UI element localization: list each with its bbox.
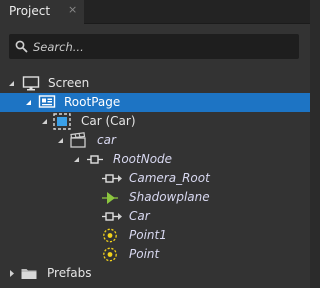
tree-item-rootpage[interactable]: RootPage: [0, 93, 310, 112]
expand-arrow-icon[interactable]: [40, 112, 50, 131]
tree-item-car-node[interactable]: Car: [0, 207, 310, 226]
expand-arrow-icon[interactable]: [24, 93, 34, 112]
tree-item-car-instance[interactable]: Car (Car): [0, 112, 310, 131]
tree-item-shadowplane[interactable]: Shadowplane: [0, 188, 310, 207]
tree-item-label: Camera_Root: [129, 171, 210, 185]
tree-item-point1[interactable]: Point1: [0, 226, 310, 245]
expand-arrow-icon[interactable]: [7, 74, 17, 93]
tree-item-label: Screen: [48, 76, 90, 90]
tab-project-label: Project: [9, 4, 51, 18]
monitor-icon: [22, 76, 40, 91]
node-icon: [87, 155, 103, 164]
folder-icon: [21, 269, 37, 279]
search-icon: [15, 40, 28, 53]
node-icon: [102, 212, 118, 221]
tab-bar: Project ×: [0, 0, 310, 24]
tree-item-screen[interactable]: Screen: [0, 74, 310, 93]
node-icon: [102, 174, 118, 183]
close-icon[interactable]: ×: [68, 3, 77, 16]
tree-item-label: Point1: [129, 228, 167, 242]
tree-item-label: RootNode: [113, 152, 173, 166]
light-icon: [103, 228, 117, 243]
mesh-icon: [102, 192, 118, 204]
tree-item-point[interactable]: Point: [0, 245, 310, 264]
tree-item-label: Car: [129, 209, 150, 223]
clapperboard-icon: [70, 132, 86, 148]
tree-item-prefabs[interactable]: Prefabs: [0, 264, 310, 283]
tree-item-label: Shadowplane: [129, 190, 210, 204]
expand-arrow-icon[interactable]: [72, 150, 82, 169]
expand-arrow-icon[interactable]: [56, 131, 66, 150]
tree-item-camera-root[interactable]: Camera_Root: [0, 169, 310, 188]
tree-item-car-scene[interactable]: car: [0, 131, 310, 150]
page-icon: [38, 95, 56, 108]
tab-project[interactable]: Project ×: [0, 0, 84, 24]
tree-item-label: Prefabs: [47, 266, 92, 280]
tree-item-rootnode[interactable]: RootNode: [0, 150, 310, 169]
tree-item-label: Car (Car): [81, 114, 136, 128]
search-box[interactable]: [9, 34, 299, 59]
light-icon: [103, 247, 117, 262]
tree-item-label: Point: [129, 247, 160, 261]
tree-item-label: RootPage: [64, 95, 121, 109]
tree-item-label: car: [97, 133, 116, 147]
prefab-instance-icon: [53, 113, 71, 130]
collapse-arrow-icon[interactable]: [7, 264, 17, 283]
search-input[interactable]: [33, 34, 293, 59]
